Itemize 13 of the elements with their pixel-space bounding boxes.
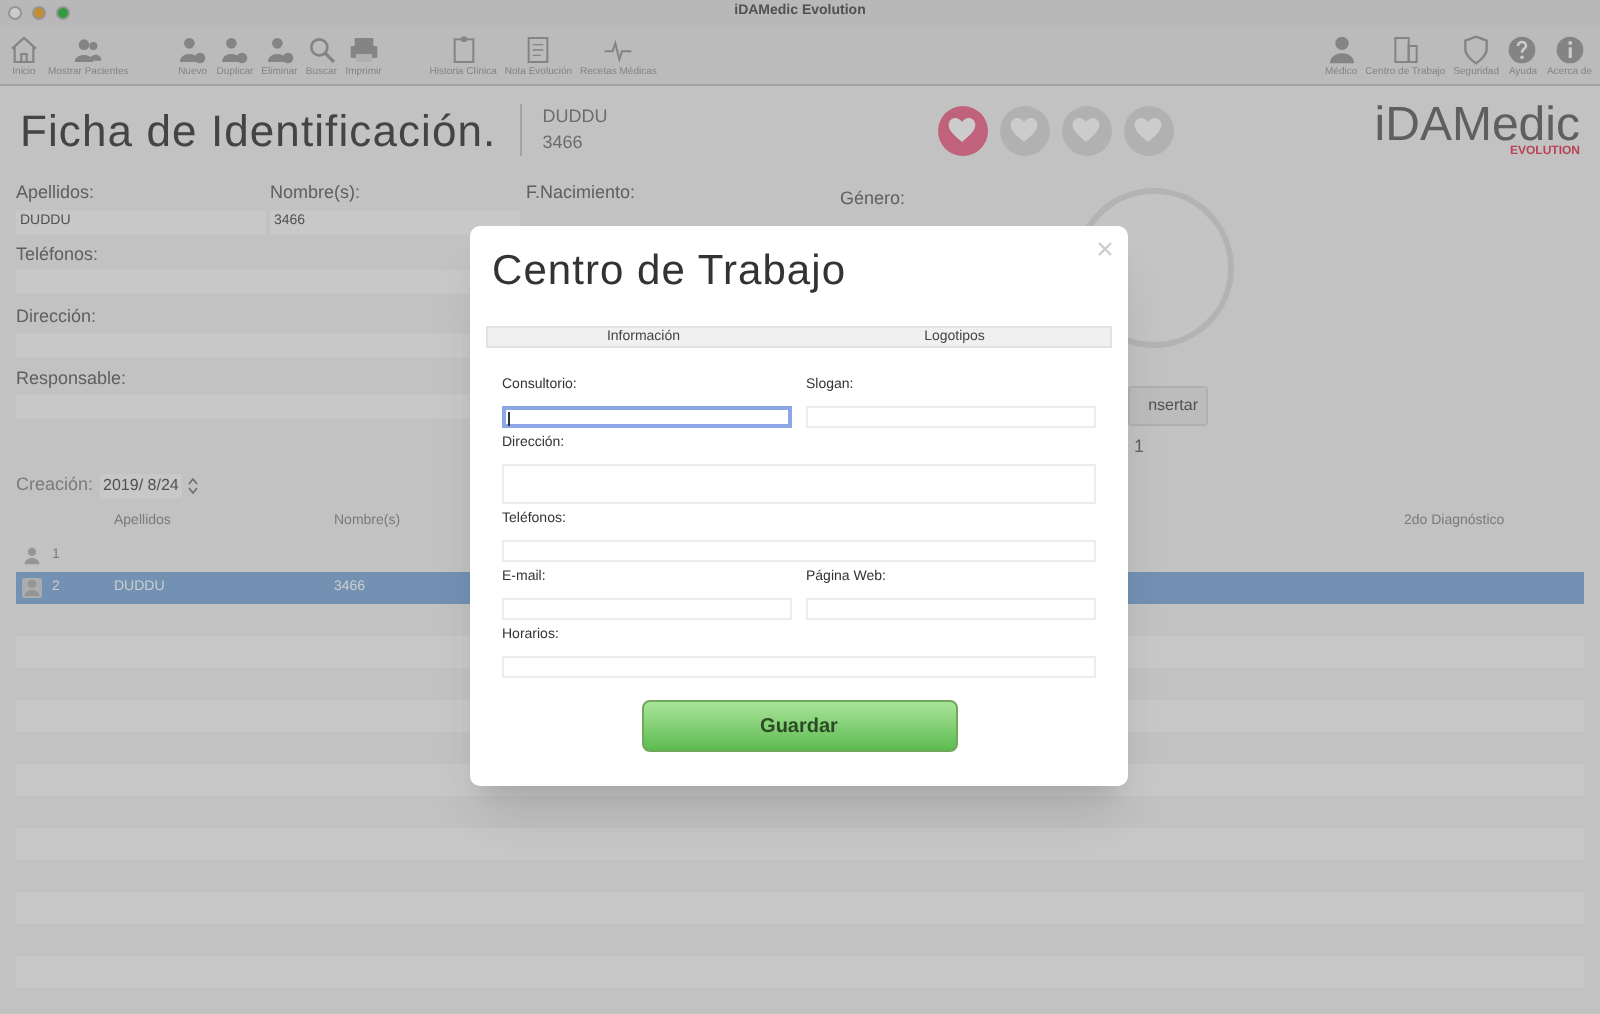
field-label: Género: [840,186,906,212]
record-count: 1 [1134,434,1145,460]
field-label: Creación: [16,472,94,499]
field-label: Nombre(s): [270,180,361,206]
dialog-title: Centro de Trabajo [492,246,847,298]
field-label: Teléfonos: [16,242,99,268]
patient-last-name: DUDDU [542,104,608,130]
field-label: Apellidos: [16,180,95,206]
page-title: Ficha de Identificación. [20,103,497,159]
patient-first-name: 3466 [542,130,585,156]
field-label: Responsable: [16,366,127,392]
field-label: F.Nacimiento: [526,180,636,206]
field-label: Dirección: [16,304,97,330]
